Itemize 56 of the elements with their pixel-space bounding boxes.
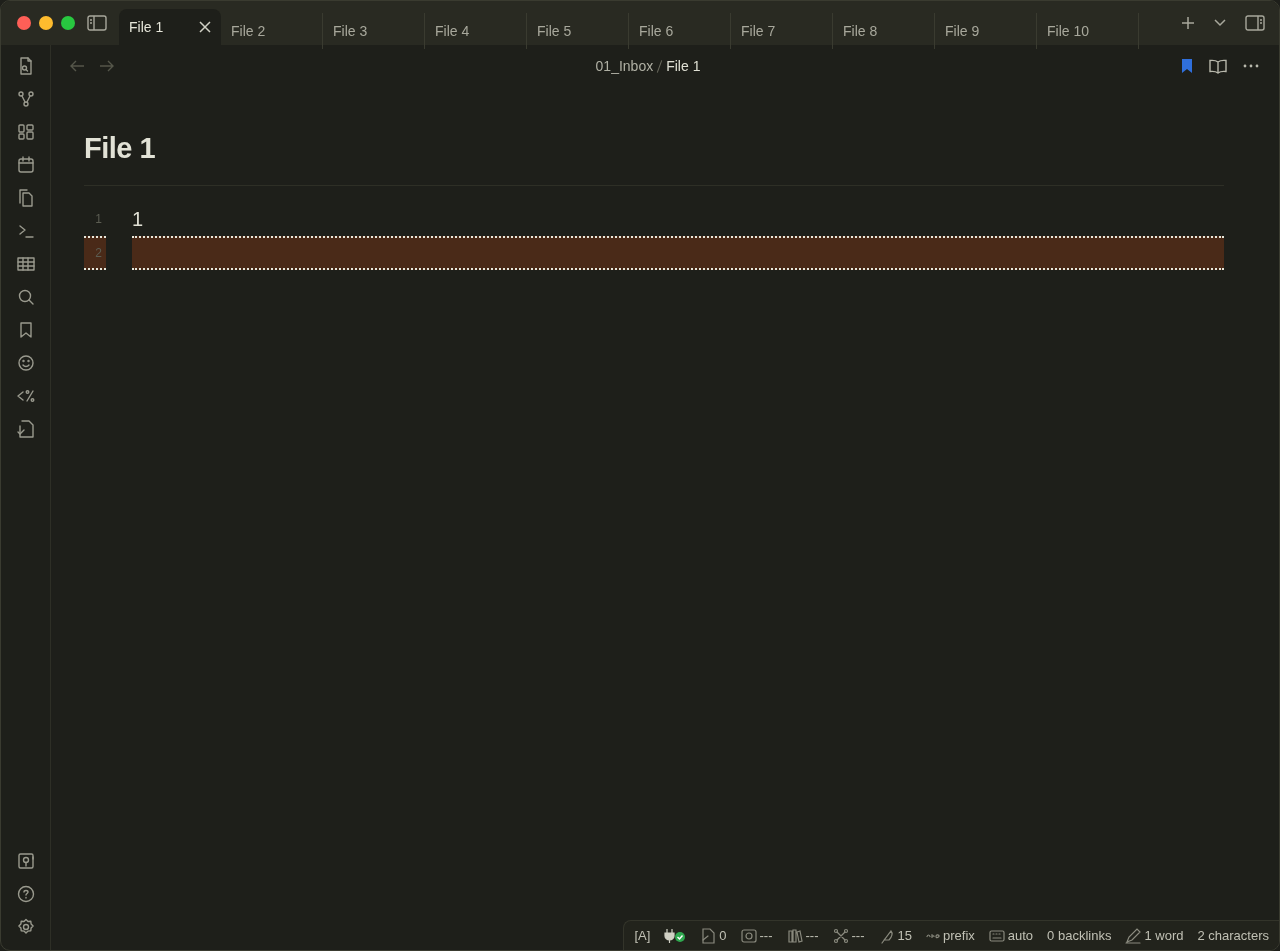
copy-icon[interactable] [16, 189, 35, 207]
tab[interactable]: File 6 [629, 13, 731, 49]
search-icon[interactable] [16, 288, 35, 306]
tab[interactable]: File 9 [935, 13, 1037, 49]
status-text: 2 characters [1197, 926, 1269, 945]
sidebar-toggle-icon[interactable] [87, 15, 107, 31]
vault-icon[interactable] [16, 852, 35, 870]
status-text: [A] [634, 926, 651, 945]
network-icon [832, 927, 849, 944]
file-icon [700, 927, 717, 944]
close-tab-icon[interactable] [199, 21, 211, 33]
minimize-window-button[interactable] [39, 16, 53, 30]
grid-icon[interactable] [16, 123, 35, 141]
status-text: auto [1007, 926, 1034, 945]
tab[interactable]: File 1 [119, 9, 221, 45]
books-icon [786, 927, 803, 944]
settings-icon[interactable] [16, 918, 35, 936]
tab[interactable]: File 5 [527, 13, 629, 49]
smiley-icon[interactable] [16, 354, 35, 372]
bookmark-icon[interactable] [1181, 58, 1193, 74]
tab[interactable]: File 4 [425, 13, 527, 49]
line-number: 1 [94, 210, 103, 228]
plug-check-icon[interactable] [664, 927, 687, 944]
tab[interactable]: File 8 [833, 13, 935, 49]
percent-code-icon[interactable] [16, 387, 35, 405]
pencil-icon [1125, 927, 1142, 944]
tab[interactable]: File 3 [323, 13, 425, 49]
status-text: --- [759, 926, 773, 945]
graph-icon[interactable] [16, 90, 35, 108]
status-text: 1 word [1144, 926, 1184, 945]
file-check-icon[interactable] [16, 420, 35, 438]
calendar-icon[interactable] [16, 156, 35, 174]
breadcrumb-current[interactable]: File 1 [666, 55, 701, 77]
help-icon[interactable] [16, 885, 35, 903]
text-line: 1 [132, 206, 145, 232]
breadcrumb-folder[interactable]: 01_Inbox [595, 55, 654, 77]
close-window-button[interactable] [17, 16, 31, 30]
status-text: --- [851, 926, 865, 945]
tab[interactable]: File 7 [731, 13, 833, 49]
line-number: 2 [84, 235, 106, 270]
tab[interactable]: File 10 [1037, 13, 1139, 49]
table-icon[interactable] [16, 255, 35, 273]
status-text: 15 [897, 926, 912, 945]
status-text: prefix [943, 926, 975, 945]
zoom-window-button[interactable] [61, 16, 75, 30]
status-text: 0 [719, 926, 727, 945]
more-options-icon[interactable] [1243, 64, 1259, 68]
keyboard-icon [988, 927, 1005, 944]
right-sidebar-toggle-icon[interactable] [1245, 15, 1265, 31]
note-title: File 1 [84, 127, 1224, 186]
tab[interactable]: File 2 [221, 13, 323, 49]
new-tab-icon[interactable] [1181, 16, 1195, 30]
status-text: 0 backlinks [1047, 926, 1112, 945]
status-text: --- [805, 926, 819, 945]
chevron-down-icon[interactable] [1213, 18, 1227, 28]
book-icon[interactable] [1209, 58, 1227, 74]
